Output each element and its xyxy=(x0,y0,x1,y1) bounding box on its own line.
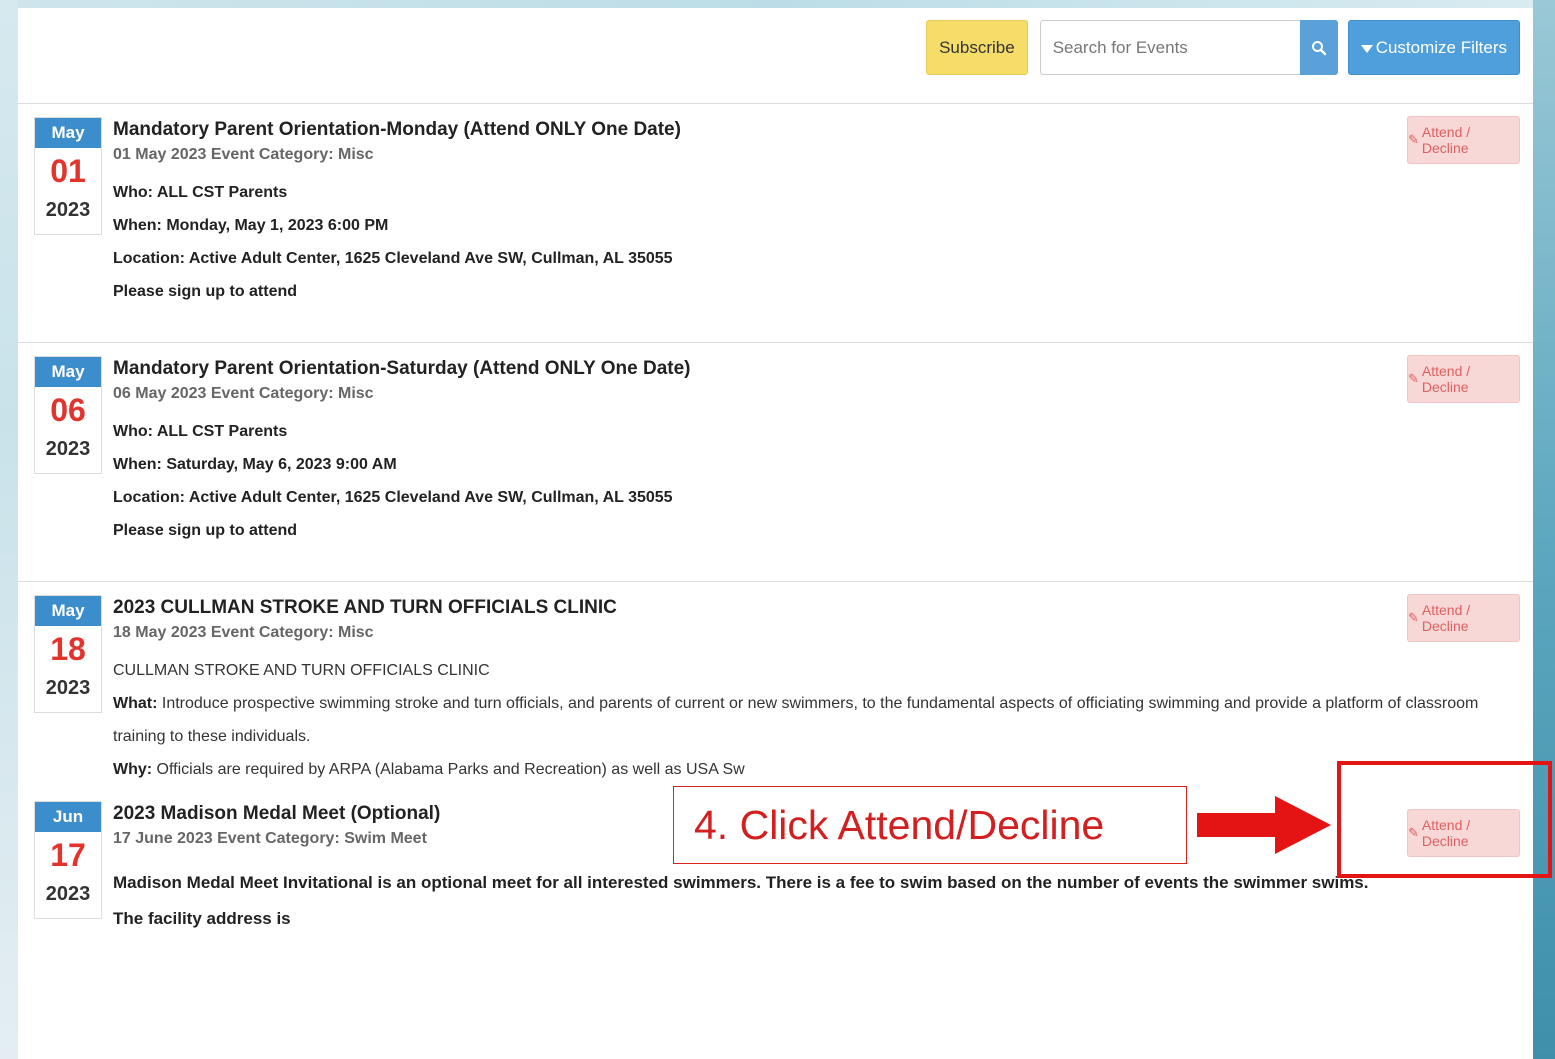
event-who: Who: ALL CST Parents xyxy=(113,423,288,440)
event-location: Location: Active Adult Center, 1625 Clev… xyxy=(113,489,673,506)
events-panel: Subscribe Customize Filters May 01 2023 … xyxy=(18,8,1533,1059)
event-day: 18 xyxy=(50,631,86,667)
search-input[interactable] xyxy=(1039,20,1300,75)
event-title: 2023 CULLMAN STROKE AND TURN OFFICIALS C… xyxy=(113,597,617,618)
event-item: May 01 2023 Mandatory Parent Orientation… xyxy=(18,103,1533,343)
event-body: Mandatory Parent Orientation-Saturday (A… xyxy=(113,356,1520,547)
event-why-text: Officials are required by ARPA (Alabama … xyxy=(152,761,745,778)
event-year: 2023 xyxy=(45,883,91,905)
filter-icon xyxy=(1360,44,1373,53)
event-meta: 06 May 2023 Event Category: Misc xyxy=(113,385,374,402)
highlight-box xyxy=(1337,761,1552,878)
instruction-callout: 4. Click Attend/Decline xyxy=(673,786,1187,864)
attend-decline-button[interactable]: ✎ Attend / Decline xyxy=(1407,116,1520,164)
event-date-badge: May 01 2023 xyxy=(34,117,102,235)
search-icon xyxy=(1311,40,1326,55)
subscribe-button[interactable]: Subscribe xyxy=(926,20,1028,75)
event-item: May 18 2023 2023 CULLMAN STROKE AND TURN… xyxy=(18,581,1533,789)
event-month: May xyxy=(35,596,101,626)
attend-decline-label: Attend / Decline xyxy=(1421,363,1471,395)
event-date-badge: May 06 2023 xyxy=(34,356,102,474)
event-note: Please sign up to attend xyxy=(113,283,298,300)
event-day: 06 xyxy=(50,392,86,428)
event-month: Jun xyxy=(35,802,101,832)
event-item: May 06 2023 Mandatory Parent Orientation… xyxy=(18,342,1533,582)
event-what-text: Introduce prospective swimming stroke an… xyxy=(113,695,1479,745)
attend-decline-button[interactable]: ✎ Attend / Decline xyxy=(1407,594,1520,642)
event-address-note: The facility address is xyxy=(113,909,291,928)
event-meta: 18 May 2023 Event Category: Misc xyxy=(113,624,374,641)
event-note: Please sign up to attend xyxy=(113,522,298,539)
search-button[interactable] xyxy=(1299,20,1338,75)
event-when: When: Saturday, May 6, 2023 9:00 AM xyxy=(113,456,397,473)
edit-icon: ✎ xyxy=(1408,371,1419,386)
attend-decline-button[interactable]: ✎ Attend / Decline xyxy=(1407,355,1520,403)
event-date-badge: May 18 2023 xyxy=(34,595,102,713)
toolbar: Subscribe Customize Filters xyxy=(926,20,1520,75)
event-why: Why: Officials are required by ARPA (Ala… xyxy=(113,753,1520,786)
event-why-label: Why: xyxy=(113,761,153,778)
event-day: 01 xyxy=(50,153,86,189)
event-month: May xyxy=(35,357,101,387)
event-meta: 01 May 2023 Event Category: Misc xyxy=(113,146,374,163)
event-description: Madison Medal Meet Invitational is an op… xyxy=(113,873,1369,892)
edit-icon: ✎ xyxy=(1408,132,1419,147)
event-title: Mandatory Parent Orientation-Monday (Att… xyxy=(113,119,681,140)
background-left xyxy=(0,0,18,1059)
arrow-right-icon xyxy=(1197,796,1331,854)
event-year: 2023 xyxy=(45,199,91,221)
search-group xyxy=(1039,20,1338,75)
event-who: Who: ALL CST Parents xyxy=(113,184,288,201)
event-year: 2023 xyxy=(45,438,91,460)
event-intro: CULLMAN STROKE AND TURN OFFICIALS CLINIC xyxy=(113,662,490,679)
event-what-label: What: xyxy=(113,695,158,712)
event-what: What: Introduce prospective swimming str… xyxy=(113,687,1520,753)
attend-decline-label: Attend / Decline xyxy=(1421,124,1471,156)
event-body: 2023 CULLMAN STROKE AND TURN OFFICIALS C… xyxy=(113,595,1520,786)
customize-filters-button[interactable]: Customize Filters xyxy=(1347,20,1520,75)
event-title: Mandatory Parent Orientation-Saturday (A… xyxy=(113,358,691,379)
edit-icon: ✎ xyxy=(1408,610,1419,625)
background-top xyxy=(0,0,1555,8)
event-month: May xyxy=(35,118,101,148)
event-day: 17 xyxy=(50,837,86,873)
event-year: 2023 xyxy=(45,677,91,699)
event-location: Location: Active Adult Center, 1625 Clev… xyxy=(113,250,673,267)
background-right xyxy=(1533,0,1555,1059)
event-date-badge: Jun 17 2023 xyxy=(34,801,102,919)
attend-decline-label: Attend / Decline xyxy=(1421,602,1471,634)
event-when: When: Monday, May 1, 2023 6:00 PM xyxy=(113,217,389,234)
customize-filters-label: Customize Filters xyxy=(1375,37,1507,57)
event-body: Mandatory Parent Orientation-Monday (Att… xyxy=(113,117,1520,308)
